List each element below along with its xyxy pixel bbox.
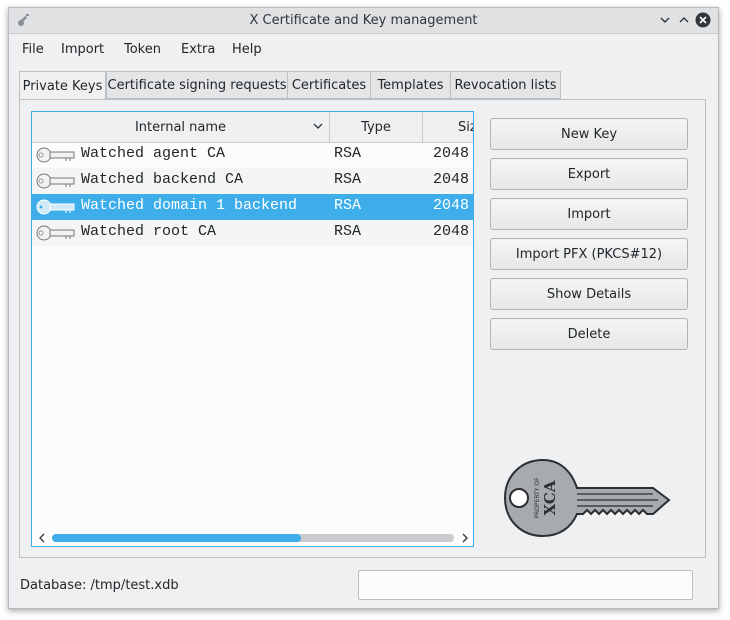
table-header: Internal name Type Siz bbox=[32, 112, 473, 143]
key-name: Watched agent CA bbox=[81, 145, 226, 162]
import-pfx-button[interactable]: Import PFX (PKCS#12) bbox=[490, 238, 688, 270]
tab-private-keys[interactable]: Private Keys bbox=[19, 71, 106, 100]
tab-revocation-lists[interactable]: Revocation lists bbox=[450, 71, 561, 99]
table-row-selected[interactable]: Watched domain 1 backend RSA 2048 bbox=[32, 194, 473, 220]
column-header-type[interactable]: Type bbox=[330, 112, 423, 142]
key-name: Watched root CA bbox=[81, 223, 217, 240]
close-button[interactable] bbox=[695, 12, 711, 28]
logo-large-text: XCA bbox=[541, 480, 559, 515]
tab-certificate-signing-requests[interactable]: Certificate signing requests bbox=[106, 71, 288, 99]
new-key-button[interactable]: New Key bbox=[490, 118, 688, 150]
title-bar: X Certificate and Key management bbox=[9, 8, 718, 34]
import-button[interactable]: Import bbox=[490, 198, 688, 230]
key-icon bbox=[36, 199, 75, 215]
table-row[interactable]: Watched agent CA RSA 2048 bbox=[32, 142, 473, 168]
key-icon bbox=[36, 173, 75, 189]
show-details-button[interactable]: Show Details bbox=[490, 278, 688, 310]
table-row[interactable]: Watched backend CA RSA 2048 bbox=[32, 168, 473, 194]
window-title: X Certificate and Key management bbox=[249, 13, 478, 28]
maximize-button[interactable] bbox=[676, 12, 692, 28]
key-name: Watched backend CA bbox=[81, 171, 244, 188]
key-type: RSA bbox=[334, 171, 362, 188]
main-window: X Certificate and Key management File Im… bbox=[8, 7, 719, 609]
key-size: 2048 bbox=[433, 197, 470, 214]
keys-table[interactable]: Internal name Type Siz Watched agent CA … bbox=[31, 111, 474, 547]
key-name: Watched domain 1 backend bbox=[81, 197, 298, 214]
tab-templates[interactable]: Templates bbox=[370, 71, 451, 99]
delete-button[interactable]: Delete bbox=[490, 318, 688, 350]
column-header-label: Internal name bbox=[134, 119, 227, 135]
menu-bar: File Import Token Extra Help bbox=[9, 34, 718, 64]
horizontal-scrollbar[interactable] bbox=[32, 530, 473, 546]
close-icon bbox=[695, 12, 711, 28]
status-message-field bbox=[358, 570, 693, 600]
database-status-label: Database: /tmp/test.xdb bbox=[20, 578, 179, 593]
scroll-right-icon[interactable] bbox=[461, 533, 469, 543]
xca-key-logo-icon: PROPERTY OF XCA bbox=[503, 458, 671, 538]
tab-certificates[interactable]: Certificates bbox=[287, 71, 371, 99]
key-size: 2048 bbox=[433, 223, 470, 240]
key-icon bbox=[36, 225, 75, 241]
column-header-size[interactable]: Siz bbox=[423, 112, 473, 142]
scrollbar-track[interactable] bbox=[52, 534, 454, 542]
key-type: RSA bbox=[334, 145, 362, 162]
table-row[interactable]: Watched root CA RSA 2048 bbox=[32, 220, 473, 246]
sort-chevron-icon bbox=[313, 123, 323, 129]
menu-help[interactable]: Help bbox=[232, 42, 262, 57]
key-type: RSA bbox=[334, 197, 362, 214]
chevron-up-icon bbox=[679, 17, 689, 23]
scroll-left-icon[interactable] bbox=[38, 533, 46, 543]
chevron-down-icon bbox=[660, 17, 670, 23]
key-type: RSA bbox=[334, 223, 362, 240]
scrollbar-thumb[interactable] bbox=[52, 534, 302, 542]
menu-import[interactable]: Import bbox=[61, 42, 104, 57]
menu-extra[interactable]: Extra bbox=[181, 42, 215, 57]
menu-token[interactable]: Token bbox=[124, 42, 161, 57]
key-size: 2048 bbox=[433, 171, 470, 188]
logo-small-text: PROPERTY OF bbox=[534, 477, 541, 519]
minimize-button[interactable] bbox=[657, 12, 673, 28]
column-header-internal-name[interactable]: Internal name bbox=[32, 112, 330, 142]
export-button[interactable]: Export bbox=[490, 158, 688, 190]
menu-file[interactable]: File bbox=[22, 42, 44, 57]
key-icon bbox=[36, 147, 75, 163]
key-size: 2048 bbox=[433, 145, 470, 162]
